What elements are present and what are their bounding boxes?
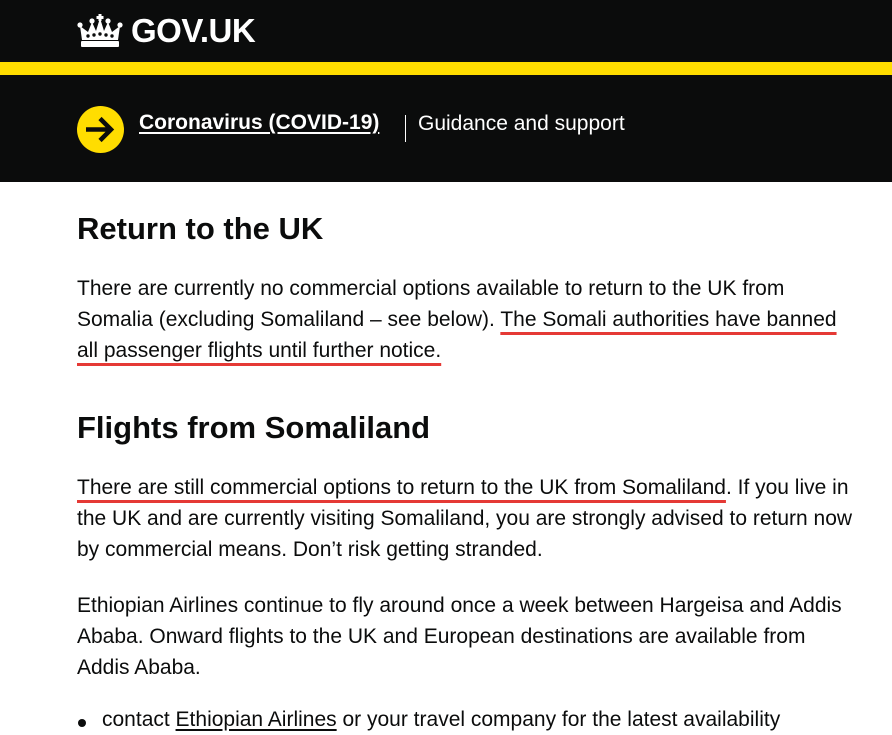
flights-highlight: There are still commercial options to re… (77, 476, 726, 499)
flights-paragraph: There are still commercial options to re… (77, 472, 857, 565)
covid-link[interactable]: Coronavirus (COVID-19) (139, 111, 379, 135)
advice-list: contact Ethiopian Airlines or your trave… (77, 704, 780, 735)
header-accent-bar (0, 62, 892, 75)
banner-separator (405, 115, 406, 142)
heading-return-to-uk: Return to the UK (77, 211, 324, 246)
return-paragraph: There are currently no commercial option… (77, 273, 857, 366)
list-item: contact Ethiopian Airlines or your trave… (77, 704, 780, 735)
govuk-logo-link[interactable]: GOV.UK (77, 11, 256, 51)
govuk-header: GOV.UK (0, 0, 892, 62)
covid-banner: Coronavirus (COVID-19) Guidance and supp… (0, 75, 892, 182)
crown-icon (77, 14, 123, 47)
govuk-logo-text: GOV.UK (131, 12, 256, 49)
arrow-right-icon (77, 106, 124, 153)
banner-subtitle: Guidance and support (418, 112, 625, 135)
heading-flights-from-somaliland: Flights from Somaliland (77, 410, 431, 445)
ethiopian-paragraph: Ethiopian Airlines continue to fly aroun… (77, 594, 842, 679)
bullet-icon (78, 719, 86, 727)
